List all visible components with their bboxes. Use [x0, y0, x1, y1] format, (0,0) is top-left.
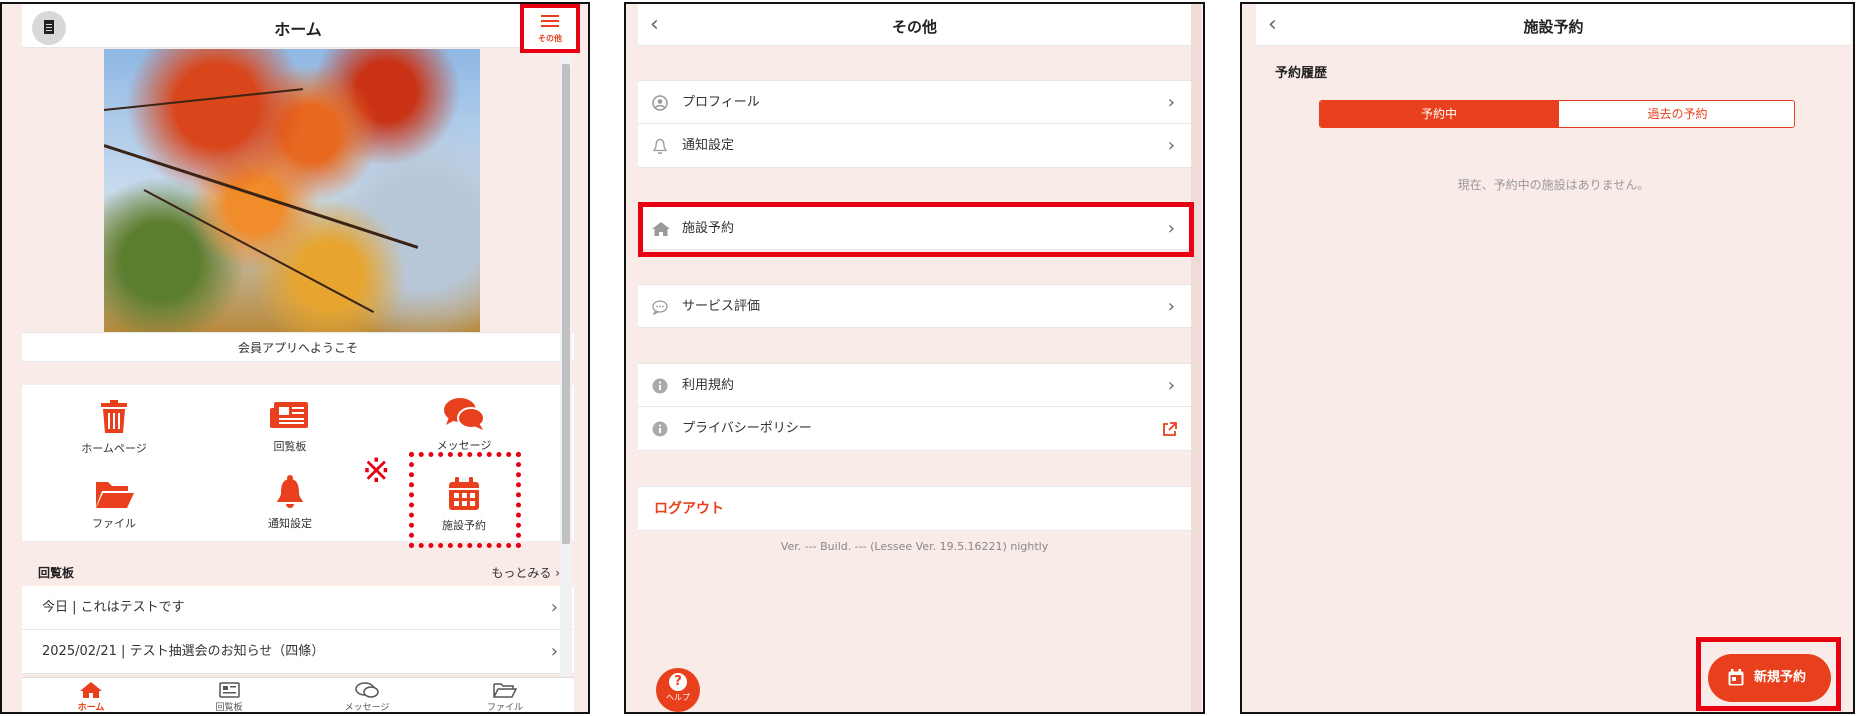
reservation-screen: ‹ 施設予約 予約履歴 予約中 過去の予約 現在、予約中の施設はありません。 新… [1240, 2, 1855, 714]
help-button[interactable]: ? ヘルプ [656, 668, 700, 712]
user-icon [652, 95, 668, 111]
other-screen: ‹ その他 プロフィール › 通知設定 › 施設予約 › サービス評価 › 利用… [624, 2, 1205, 714]
scrollbar-thumb[interactable] [562, 64, 570, 544]
version-text: Ver. --- Build. --- (Lessee Ver. 19.5.16… [780, 540, 1049, 553]
grid-item-label: ホームページ [81, 442, 147, 455]
page-title: 施設予約 [1523, 18, 1584, 36]
tab-current[interactable]: 予約中 [1320, 101, 1558, 127]
grid-item-circular[interactable]: 回覧板 [220, 400, 360, 454]
facility-highlight-box [638, 202, 1194, 257]
folder-icon [96, 482, 134, 508]
list-item[interactable]: 今日 | これはテストです › [22, 586, 574, 630]
bell-icon [653, 138, 667, 154]
menu-item-label: サービス評価 [682, 299, 761, 314]
grid-item-file[interactable]: ファイル [44, 479, 184, 531]
grid-item-notification[interactable]: 通知設定 [220, 475, 360, 531]
page-title: その他 [891, 18, 937, 36]
menu-item-notification[interactable]: 通知設定 › [638, 124, 1191, 168]
grid-item-label: 通知設定 [268, 517, 312, 530]
menu-item-label: 利用規約 [682, 378, 735, 393]
chat-icon [355, 682, 379, 698]
chat-icon [444, 398, 485, 430]
tab-past[interactable]: 過去の予約 [1558, 101, 1794, 127]
menu-icon [541, 15, 559, 27]
external-link-icon [1163, 422, 1177, 436]
grid-item-homepage[interactable]: ホームページ [44, 400, 184, 456]
menu-item-terms[interactable]: 利用規約 › [638, 363, 1191, 407]
chevron-right-icon: › [1167, 296, 1175, 317]
calendar-icon [1728, 669, 1744, 686]
tab-label: ホーム [77, 703, 105, 713]
home-screen: ホーム その他 会員アプリへようこそ ホームページ 回覧板 メッセージ ファイル… [0, 2, 590, 714]
more-label: もっとみる [491, 566, 552, 580]
list-item-label: 2025/02/21 | テスト抽選会のお知らせ（四條） [42, 644, 325, 659]
help-label: ヘルプ [666, 693, 690, 702]
home-header: ホーム [22, 4, 574, 48]
menu-item-profile[interactable]: プロフィール › [638, 80, 1191, 124]
reservation-tabs: 予約中 過去の予約 [1319, 100, 1795, 128]
chevron-right-icon: › [550, 641, 558, 662]
tab-circular[interactable]: 回覧板 [160, 678, 298, 713]
trash-icon [101, 400, 127, 433]
grid-item-label: ファイル [92, 517, 136, 530]
hero-image [104, 49, 480, 332]
circular-section-header: 回覧板 もっとみる › [22, 560, 574, 584]
tab-home[interactable]: ホーム [22, 678, 160, 713]
folder-icon [493, 683, 517, 698]
empty-message: 現在、予約中の施設はありません。 [1457, 178, 1650, 192]
scrollbar[interactable] [560, 56, 572, 676]
home-icon [80, 682, 102, 698]
section-title: 回覧板 [38, 566, 75, 580]
tab-bar: ホーム 回覧板 メッセージ ファイル [22, 677, 574, 713]
chevron-right-icon: › [1167, 375, 1175, 396]
tab-message[interactable]: メッセージ [298, 678, 436, 713]
menu-label: その他 [538, 34, 562, 43]
tab-label: ファイル [486, 703, 523, 713]
info-icon [652, 378, 668, 394]
menu-item-label: プロフィール [682, 95, 760, 110]
side-shade [1191, 4, 1201, 712]
chevron-right-icon: › [550, 597, 558, 618]
logout-button[interactable]: ログアウト [638, 486, 1191, 531]
tab-label: メッセージ [344, 703, 390, 713]
page-title: ホーム [274, 20, 322, 39]
question-icon: ? [669, 673, 687, 691]
reservation-header: ‹ 施設予約 [1256, 4, 1851, 46]
menu-item-label: 通知設定 [682, 138, 735, 153]
chevron-right-icon: › [1167, 92, 1175, 113]
grid-item-message[interactable]: メッセージ [394, 397, 534, 453]
grid-item-label: メッセージ [436, 439, 492, 452]
chat-icon [652, 300, 668, 315]
new-reservation-label: 新規予約 [1754, 670, 1807, 685]
note-mark: ※ [362, 451, 391, 491]
info-icon [652, 421, 668, 437]
welcome-text: 会員アプリへようこそ [22, 332, 574, 362]
menu-item-service-rating[interactable]: サービス評価 › [638, 284, 1191, 328]
more-link[interactable]: もっとみる › [491, 564, 560, 581]
bell-icon [277, 475, 303, 508]
newspaper-icon [270, 402, 308, 428]
grid-item-label: 回覧板 [273, 440, 307, 453]
menu-button[interactable]: その他 [520, 4, 580, 53]
new-reservation-button[interactable]: 新規予約 [1708, 654, 1831, 702]
menu-item-label: プライバシーポリシー [682, 421, 812, 436]
menu-item-privacy[interactable]: プライバシーポリシー [638, 407, 1191, 451]
history-heading: 予約履歴 [1275, 66, 1328, 81]
facility-highlight-box [409, 452, 521, 548]
tab-label: 回覧板 [215, 703, 243, 713]
list-item-label: 今日 | これはテストです [42, 600, 185, 615]
chevron-right-icon: › [1167, 135, 1175, 156]
tab-file[interactable]: ファイル [436, 678, 574, 713]
list-item[interactable]: 2025/02/21 | テスト抽選会のお知らせ（四條） › [22, 630, 574, 674]
newspaper-icon [219, 682, 240, 698]
other-header: ‹ その他 [638, 4, 1191, 46]
